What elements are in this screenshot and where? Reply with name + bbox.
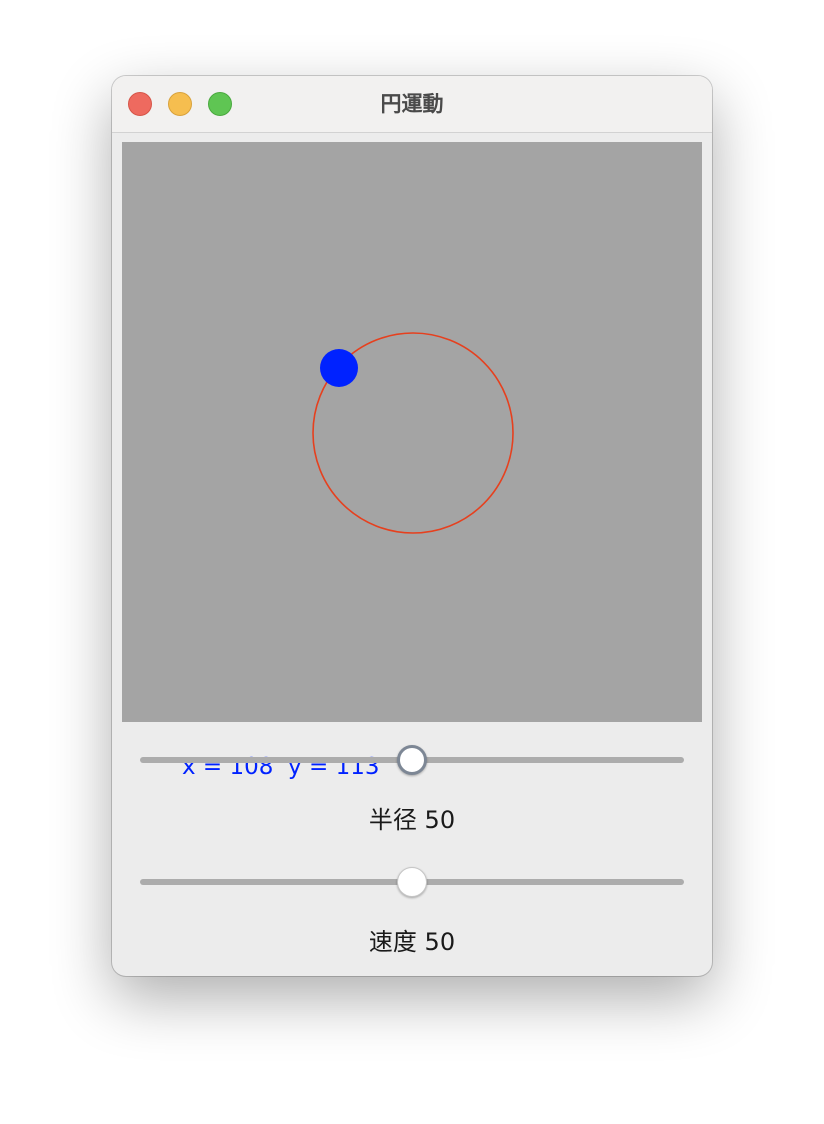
app-window: 円運動 x = 108 y = 113 半径 50 速度 50 <box>112 76 712 976</box>
speed-label: 速度 50 <box>112 922 712 957</box>
radius-label-text: 半径 <box>368 806 417 834</box>
window-title: 円運動 <box>380 92 444 116</box>
animation-svg <box>312 332 514 534</box>
radius-slider-thumb[interactable] <box>397 745 427 775</box>
speed-label-text: 速度 <box>368 928 417 956</box>
moving-ball <box>320 349 358 387</box>
radius-label: 半径 50 <box>112 800 712 835</box>
speed-value: 50 <box>424 928 456 956</box>
speed-slider[interactable] <box>140 862 684 902</box>
radius-value: 50 <box>424 806 456 834</box>
title-bar[interactable]: 円運動 <box>112 76 712 133</box>
speed-slider-thumb[interactable] <box>397 867 427 897</box>
animation-canvas: x = 108 y = 113 <box>122 142 702 780</box>
radius-slider[interactable] <box>140 740 684 780</box>
